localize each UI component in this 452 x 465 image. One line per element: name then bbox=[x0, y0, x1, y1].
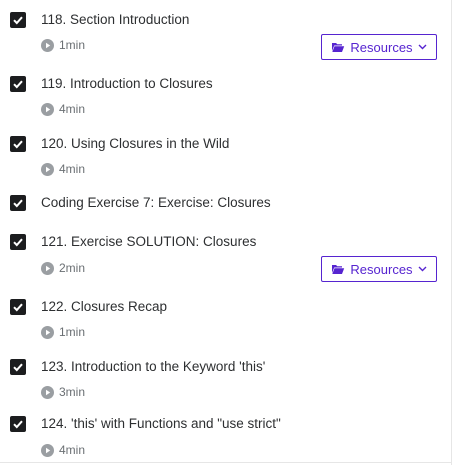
checkmark-icon bbox=[13, 199, 23, 208]
lecture-duration: 3min bbox=[41, 385, 85, 399]
resources-label: Resources bbox=[350, 261, 413, 277]
lecture-item[interactable]: 123. Introduction to the Keyword 'this' … bbox=[0, 350, 451, 410]
duration-text: 4min bbox=[59, 443, 86, 457]
duration-text: 1min bbox=[59, 325, 86, 339]
lecture-item[interactable]: 121. Exercise SOLUTION: Closures 2min Re… bbox=[0, 220, 451, 290]
duration-text: 1min bbox=[59, 38, 86, 52]
completed-checkbox[interactable] bbox=[10, 416, 26, 432]
lecture-title[interactable]: Coding Exercise 7: Exercise: Closures bbox=[41, 195, 271, 211]
play-circle-icon bbox=[41, 261, 54, 275]
lecture-title[interactable]: 120. Using Closures in the Wild bbox=[41, 136, 229, 152]
lecture-title[interactable]: 123. Introduction to the Keyword 'this' bbox=[41, 359, 265, 375]
checkmark-icon bbox=[13, 16, 23, 25]
lecture-title[interactable]: 119. Introduction to Closures bbox=[41, 76, 213, 92]
duration-text: 3min bbox=[59, 385, 86, 399]
lecture-duration: 4min bbox=[41, 443, 85, 457]
divider bbox=[0, 462, 451, 463]
play-circle-icon bbox=[41, 38, 54, 52]
checkmark-icon bbox=[13, 420, 23, 429]
folder-open-icon bbox=[331, 41, 345, 53]
duration-text: 2min bbox=[59, 261, 86, 275]
checkmark-icon bbox=[13, 363, 23, 372]
chevron-down-icon bbox=[418, 266, 427, 272]
lecture-duration: 1min bbox=[41, 325, 85, 339]
duration-text: 4min bbox=[59, 102, 86, 116]
checkmark-icon bbox=[13, 238, 23, 247]
checkmark-icon bbox=[13, 80, 23, 89]
completed-checkbox[interactable] bbox=[10, 76, 26, 92]
resources-button[interactable]: Resources bbox=[321, 34, 437, 60]
lecture-duration: 1min bbox=[41, 38, 85, 52]
resources-label: Resources bbox=[350, 39, 413, 55]
play-circle-icon bbox=[41, 385, 54, 399]
lecture-item[interactable]: 119. Introduction to Closures 4min bbox=[0, 60, 451, 120]
lecture-item[interactable]: 118. Section Introduction 1min Resources bbox=[0, 0, 451, 60]
completed-checkbox[interactable] bbox=[10, 299, 26, 315]
play-circle-icon bbox=[41, 443, 54, 457]
checkmark-icon bbox=[13, 140, 23, 149]
play-circle-icon bbox=[41, 325, 54, 339]
completed-checkbox[interactable] bbox=[10, 136, 26, 152]
play-circle-icon bbox=[41, 162, 54, 176]
lecture-duration: 4min bbox=[41, 162, 85, 176]
resources-button[interactable]: Resources bbox=[321, 256, 437, 282]
completed-checkbox[interactable] bbox=[10, 195, 26, 211]
play-circle-icon bbox=[41, 102, 54, 116]
lecture-title[interactable]: 122. Closures Recap bbox=[41, 299, 167, 315]
lecture-duration: 2min bbox=[41, 261, 85, 275]
lecture-title[interactable]: 118. Section Introduction bbox=[41, 12, 189, 28]
course-curriculum-panel: 118. Section Introduction 1min Resources… bbox=[0, 0, 452, 465]
coding-exercise-item[interactable]: Coding Exercise 7: Exercise: Closures bbox=[0, 180, 451, 220]
lecture-item[interactable]: 120. Using Closures in the Wild 4min bbox=[0, 120, 451, 180]
completed-checkbox[interactable] bbox=[10, 12, 26, 28]
lecture-title[interactable]: 121. Exercise SOLUTION: Closures bbox=[41, 234, 256, 250]
duration-text: 4min bbox=[59, 162, 86, 176]
chevron-down-icon bbox=[418, 44, 427, 50]
lecture-item[interactable]: 124. 'this' with Functions and "use stri… bbox=[0, 410, 451, 465]
completed-checkbox[interactable] bbox=[10, 234, 26, 250]
folder-open-icon bbox=[331, 263, 345, 275]
checkmark-icon bbox=[13, 303, 23, 312]
completed-checkbox[interactable] bbox=[10, 359, 26, 375]
lecture-duration: 4min bbox=[41, 102, 85, 116]
lecture-title[interactable]: 124. 'this' with Functions and "use stri… bbox=[41, 416, 281, 432]
lecture-item[interactable]: 122. Closures Recap 1min bbox=[0, 290, 451, 350]
